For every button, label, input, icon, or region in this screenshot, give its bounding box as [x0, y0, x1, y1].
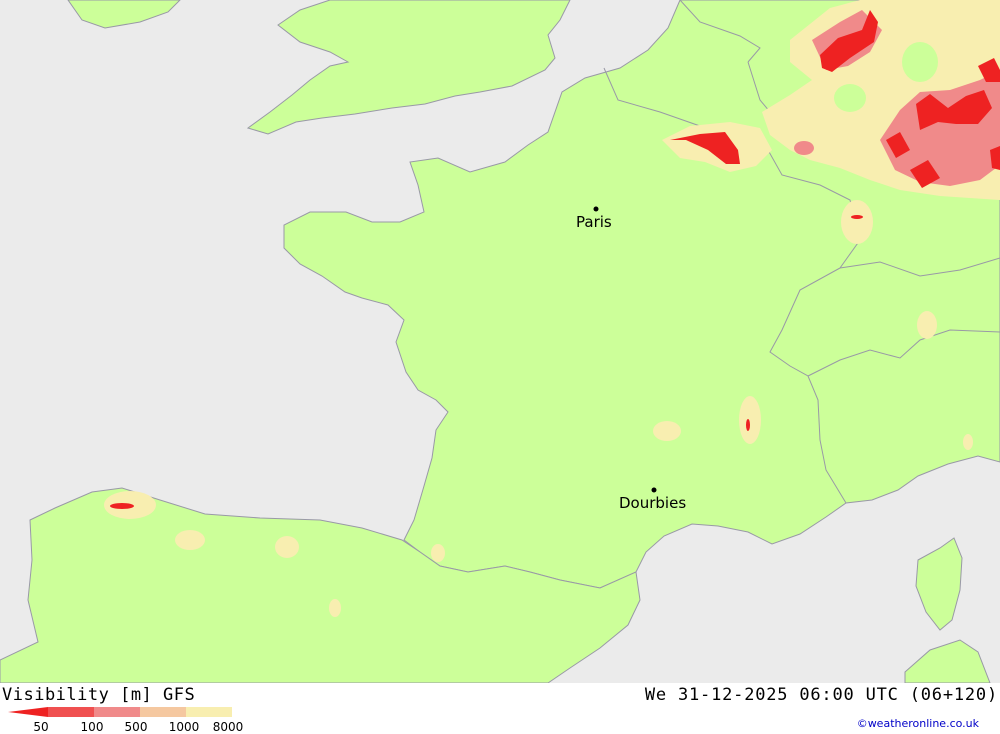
legend-swatch-3	[140, 707, 186, 717]
legend-swatch-1	[48, 707, 94, 717]
legend-swatch-0	[8, 707, 48, 717]
city-marker	[593, 206, 599, 212]
weather-map: Paris Dourbies	[0, 0, 1000, 683]
copyright-link[interactable]: ©weatheronline.co.uk	[857, 717, 979, 730]
legend-tick-500: 500	[124, 720, 148, 734]
map-timestamp: We 31-12-2025 06:00 UTC (06+120)	[644, 685, 998, 705]
legend-tick-50: 50	[33, 720, 49, 734]
legend-swatch-2	[94, 707, 140, 717]
city-marker	[651, 487, 657, 493]
map-footer: Visibility [m] GFS We 31-12-2025 06:00 U…	[0, 683, 1000, 734]
legend-swatch-4	[186, 707, 232, 717]
legend-tick-8000: 8000	[212, 720, 244, 734]
map-title: Visibility [m] GFS	[2, 685, 196, 705]
legend: 50 100 500 1000 8000	[8, 707, 248, 734]
legend-tick-1000: 1000	[168, 720, 200, 734]
map-canvas: Paris Dourbies	[0, 0, 1000, 683]
legend-tick-100: 100	[80, 720, 104, 734]
city-label-paris: Paris	[576, 213, 612, 231]
legend-colorbar	[8, 707, 232, 717]
city-label-dourbies: Dourbies	[619, 494, 686, 512]
